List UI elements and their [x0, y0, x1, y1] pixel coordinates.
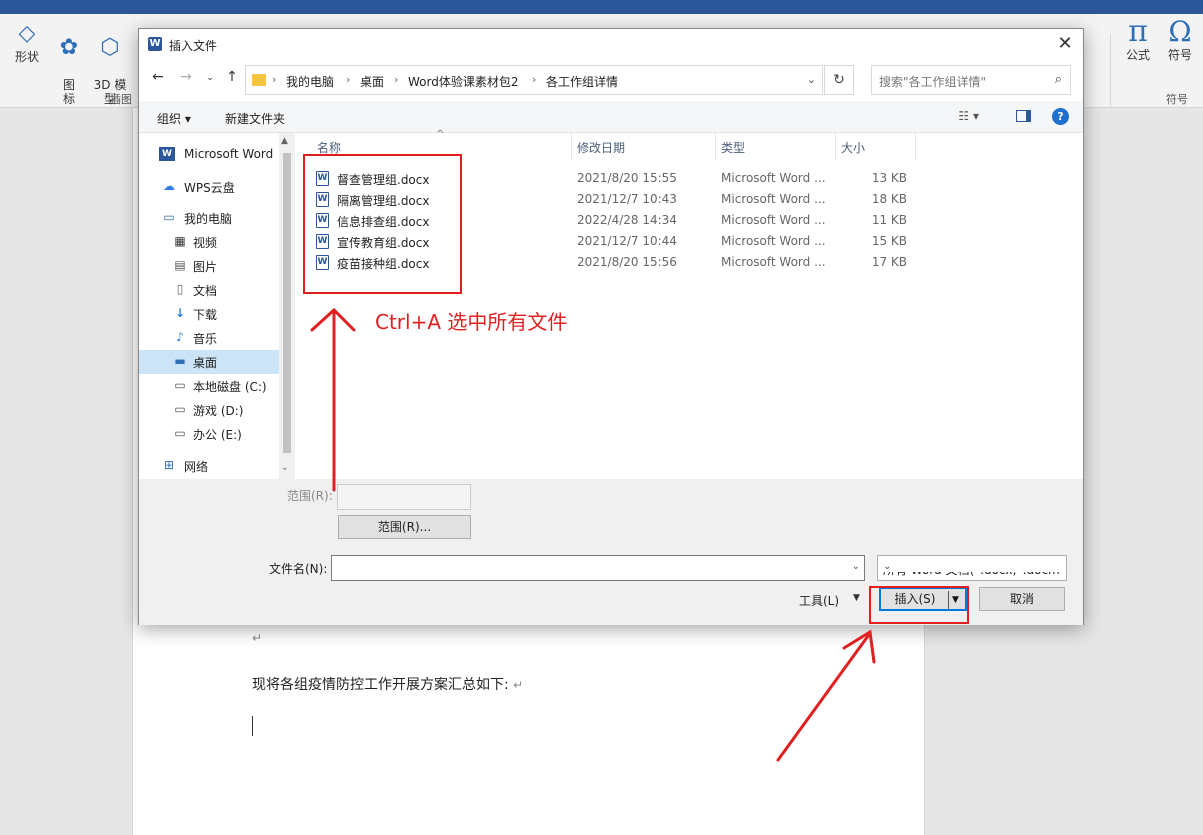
annotation-arrow-diagonal — [776, 634, 870, 762]
annotation-arrows — [310, 307, 876, 762]
